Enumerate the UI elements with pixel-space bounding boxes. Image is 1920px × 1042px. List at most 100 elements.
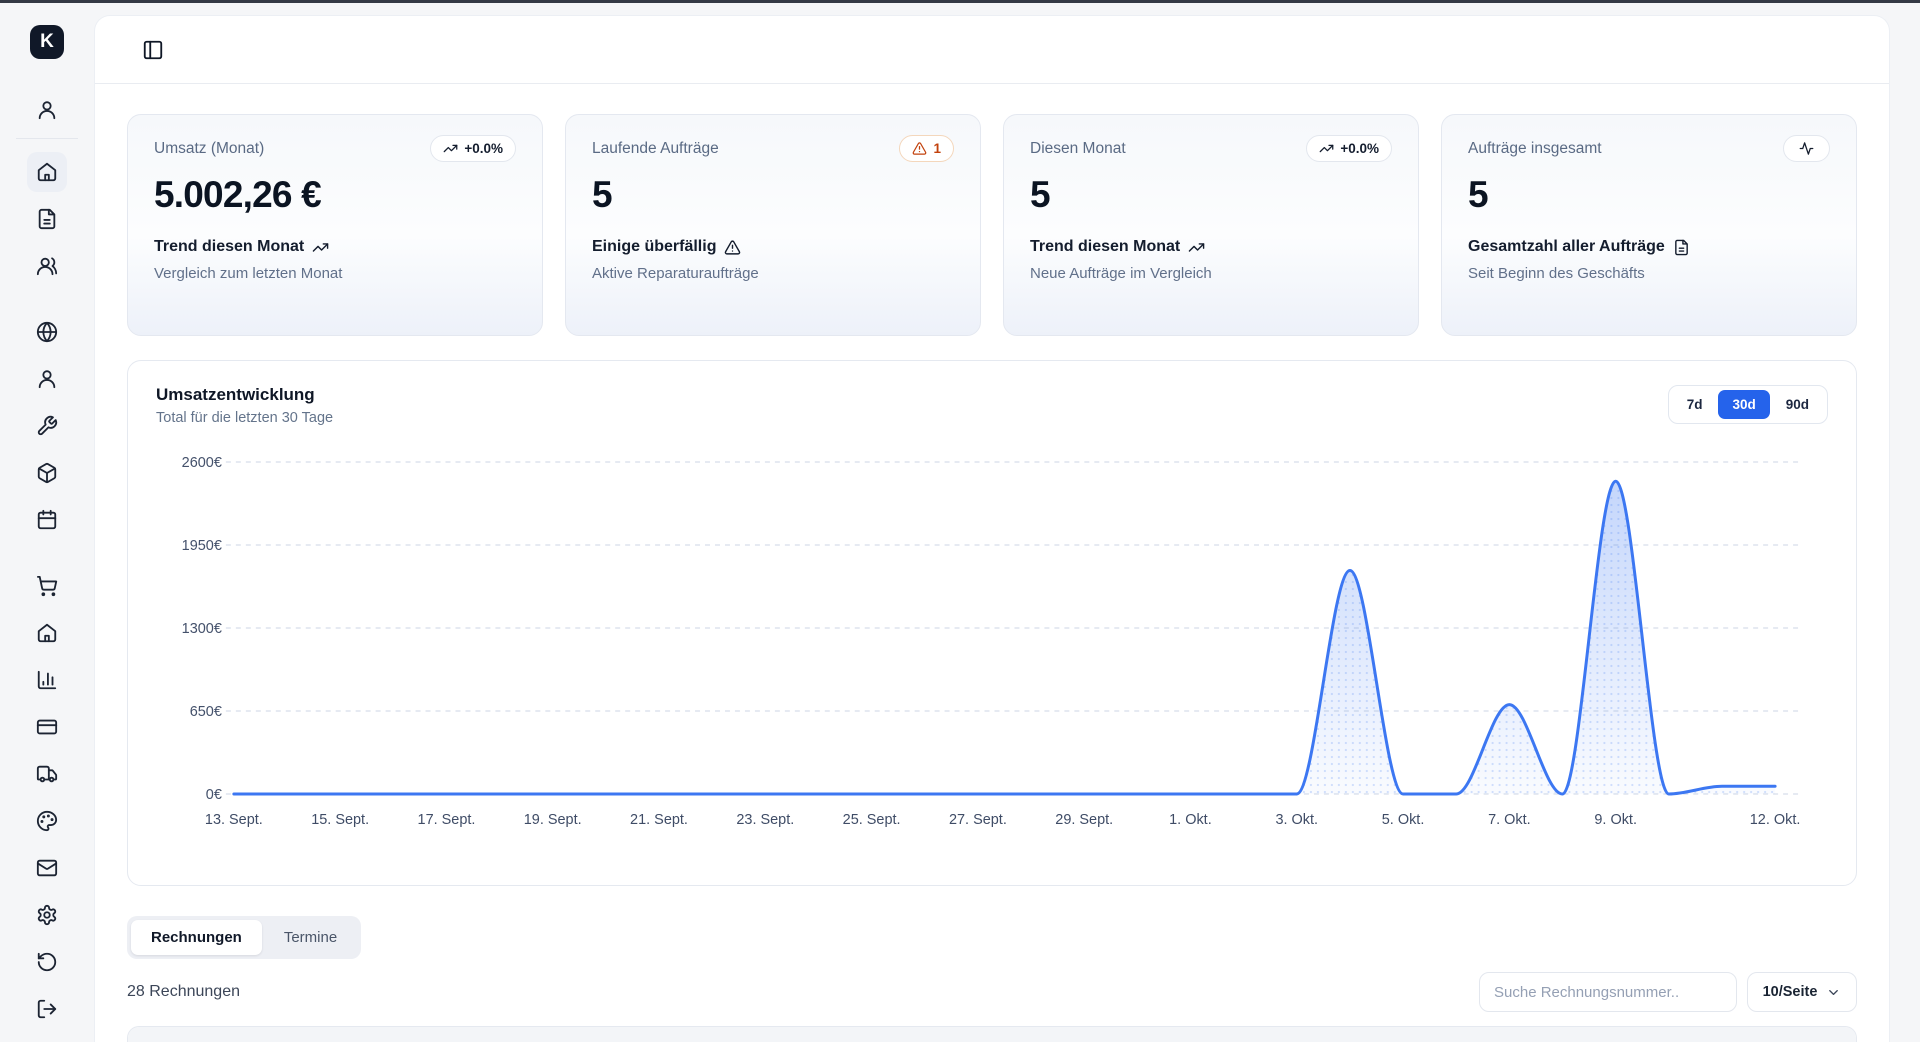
sidebar-item-truck[interactable] (27, 754, 67, 794)
stat-card-this-month: Diesen Monat +0.0% 5 Trend diesen Monat … (1003, 114, 1419, 336)
svg-text:19. Sept.: 19. Sept. (524, 812, 582, 828)
revenue-chart-card: Umsatzentwicklung Total für die letzten … (127, 360, 1857, 886)
sidebar-item-log-out[interactable] (27, 989, 67, 1029)
stat-card-value: 5.002,26 € (154, 174, 516, 216)
list-header: 28 Rechnungen 10/Seite (127, 972, 1857, 1012)
tab-rechnungen[interactable]: Rechnungen (131, 920, 262, 955)
sidebar-item-users[interactable] (27, 246, 67, 286)
app-root: K Umsatz (Monat) +0.0% 5. (0, 3, 1920, 1042)
trending-up-icon (1319, 141, 1334, 156)
stat-trend-label: Einige überfällig (592, 238, 716, 256)
svg-text:13. Sept.: 13. Sept. (205, 812, 263, 828)
svg-text:21. Sept.: 21. Sept. (630, 812, 688, 828)
app-logo: K (30, 25, 64, 59)
sidebar-item-house[interactable] (27, 152, 67, 192)
sidebar-group-2 (27, 312, 67, 540)
sidebar-item-wrench[interactable] (27, 406, 67, 446)
tab-termine[interactable]: Termine (264, 920, 357, 955)
sidebar-item-user[interactable] (27, 359, 67, 399)
stat-trend-label: Trend diesen Monat (154, 238, 304, 256)
svg-text:9. Okt.: 9. Okt. (1594, 812, 1637, 828)
sidebar: K (0, 3, 94, 1042)
triangle-alert-icon (724, 239, 741, 256)
svg-text:29. Sept.: 29. Sept. (1055, 812, 1113, 828)
stats-row: Umsatz (Monat) +0.0% 5.002,26 € Trend di… (127, 114, 1857, 336)
warning-badge: 1 (899, 135, 954, 162)
trending-up-icon (443, 141, 458, 156)
invoice-search-input[interactable] (1479, 972, 1737, 1012)
svg-text:5. Okt.: 5. Okt. (1382, 812, 1425, 828)
page-size-select[interactable]: 10/Seite (1747, 972, 1857, 1012)
svg-text:12. Okt.: 12. Okt. (1750, 812, 1801, 828)
sidebar-item-chart-column[interactable] (27, 660, 67, 700)
svg-text:650€: 650€ (190, 704, 222, 720)
trending-up-icon (312, 239, 329, 256)
main-content: Umsatz (Monat) +0.0% 5.002,26 € Trend di… (95, 84, 1889, 1042)
sidebar-item-package[interactable] (27, 453, 67, 493)
sidebar-item-user[interactable] (27, 90, 67, 130)
chart-range-7d[interactable]: 7d (1673, 390, 1717, 419)
sidebar-item-file-text[interactable] (27, 199, 67, 239)
sidebar-item-credit-card[interactable] (27, 707, 67, 747)
stat-card-subtitle: Aktive Reparaturaufträge (592, 265, 954, 282)
trend-badge: +0.0% (1306, 135, 1392, 162)
svg-text:25. Sept.: 25. Sept. (843, 812, 901, 828)
sidebar-group-1 (27, 152, 67, 286)
sidebar-item-globe[interactable] (27, 312, 67, 352)
sidebar-group-0 (27, 90, 67, 130)
svg-text:23. Sept.: 23. Sept. (736, 812, 794, 828)
sidebar-toggle-button[interactable] (137, 34, 169, 66)
stat-card-total-orders: Aufträge insgesamt 5 Gesamtzahl aller Au… (1441, 114, 1857, 336)
stat-card-value: 5 (1030, 174, 1392, 216)
stat-trend-label: Gesamtzahl aller Aufträge (1468, 238, 1665, 256)
main-panel: Umsatz (Monat) +0.0% 5.002,26 € Trend di… (94, 15, 1890, 1042)
file-text-icon (1673, 239, 1690, 256)
chart-range-30d[interactable]: 30d (1718, 390, 1769, 419)
svg-text:7. Okt.: 7. Okt. (1488, 812, 1531, 828)
stat-card-title: Umsatz (Monat) (154, 140, 264, 158)
sidebar-item-shopping-cart[interactable] (27, 566, 67, 606)
stat-card-title: Aufträge insgesamt (1468, 140, 1602, 158)
tabs: Rechnungen Termine (127, 916, 361, 959)
activity-badge (1783, 135, 1830, 162)
stat-card-subtitle: Neue Aufträge im Vergleich (1030, 265, 1392, 282)
stat-card-value: 5 (1468, 174, 1830, 216)
activity-icon (1799, 141, 1814, 156)
chart-range-selector: 7d30d90d (1668, 385, 1828, 424)
stat-card-subtitle: Vergleich zum letzten Monat (154, 265, 516, 282)
sidebar-item-house[interactable] (27, 613, 67, 653)
svg-text:27. Sept.: 27. Sept. (949, 812, 1007, 828)
triangle-alert-icon (912, 141, 927, 156)
chart-subtitle: Total für die letzten 30 Tage (156, 410, 333, 426)
stat-card-open-orders: Laufende Aufträge 1 5 Einige überfällig … (565, 114, 981, 336)
svg-text:1300€: 1300€ (182, 621, 222, 637)
trending-up-icon (1188, 239, 1205, 256)
sidebar-divider (16, 138, 78, 139)
svg-text:0€: 0€ (206, 787, 222, 803)
sidebar-group-3 (27, 566, 67, 1029)
svg-text:2600€: 2600€ (182, 455, 222, 471)
main-header (95, 16, 1889, 84)
invoice-table-container (127, 1026, 1857, 1042)
svg-text:17. Sept.: 17. Sept. (418, 812, 476, 828)
invoice-count-label: 28 Rechnungen (127, 983, 240, 1001)
svg-text:1. Okt.: 1. Okt. (1169, 812, 1212, 828)
stat-card-value: 5 (592, 174, 954, 216)
sidebar-item-rotate-ccw[interactable] (27, 942, 67, 982)
invoice-table-header (128, 1027, 1856, 1042)
svg-text:1950€: 1950€ (182, 538, 222, 554)
sidebar-item-palette[interactable] (27, 801, 67, 841)
chart-range-90d[interactable]: 90d (1772, 390, 1823, 419)
revenue-area-chart: 0€ 650€ 1300€ 1950€ 2600€ 13. Sept. 15. Sept. 1… (156, 440, 1828, 832)
tabs-row: Rechnungen Termine (127, 916, 1857, 959)
sidebar-item-mail[interactable] (27, 848, 67, 888)
stat-trend-label: Trend diesen Monat (1030, 238, 1180, 256)
sidebar-item-calendar[interactable] (27, 500, 67, 540)
sidebar-nav (16, 90, 78, 1029)
svg-text:15. Sept.: 15. Sept. (311, 812, 369, 828)
chevron-down-icon (1826, 985, 1841, 1000)
sidebar-item-settings[interactable] (27, 895, 67, 935)
stat-card-revenue: Umsatz (Monat) +0.0% 5.002,26 € Trend di… (127, 114, 543, 336)
stat-card-title: Laufende Aufträge (592, 140, 719, 158)
panel-left-icon (142, 39, 164, 61)
